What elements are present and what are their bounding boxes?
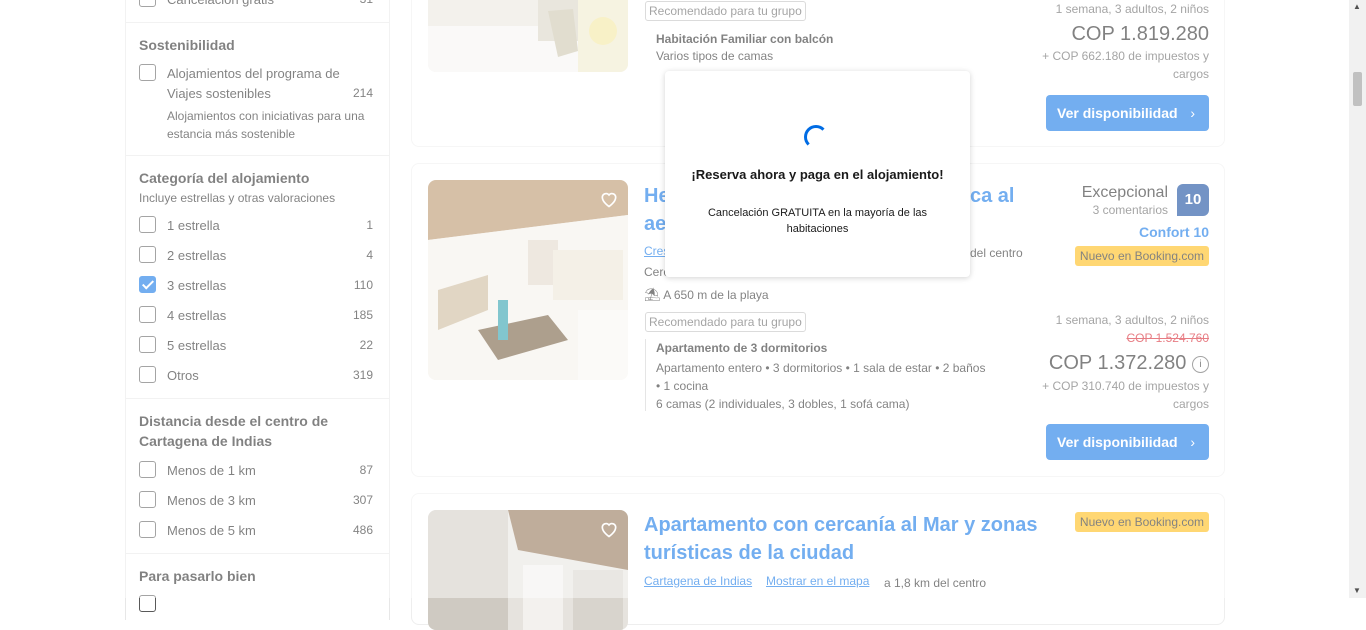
dialog-title: ¡Reserva ahora y paga en el alojamiento! — [691, 167, 944, 182]
loading-spinner-icon — [804, 125, 828, 149]
dialog-text: Cancelación GRATUITA en la mayoría de la… — [707, 207, 928, 235]
vertical-scrollbar[interactable]: ▲ ▼ — [1349, 0, 1366, 598]
scroll-down-arrow-icon[interactable]: ▼ — [1353, 586, 1361, 595]
loading-dialog: ¡Reserva ahora y paga en el alojamiento!… — [665, 71, 970, 277]
scrollbar-thumb[interactable] — [1353, 72, 1362, 106]
scroll-up-arrow-icon[interactable]: ▲ — [1353, 2, 1361, 11]
filter-option-partial[interactable] — [139, 595, 373, 617]
